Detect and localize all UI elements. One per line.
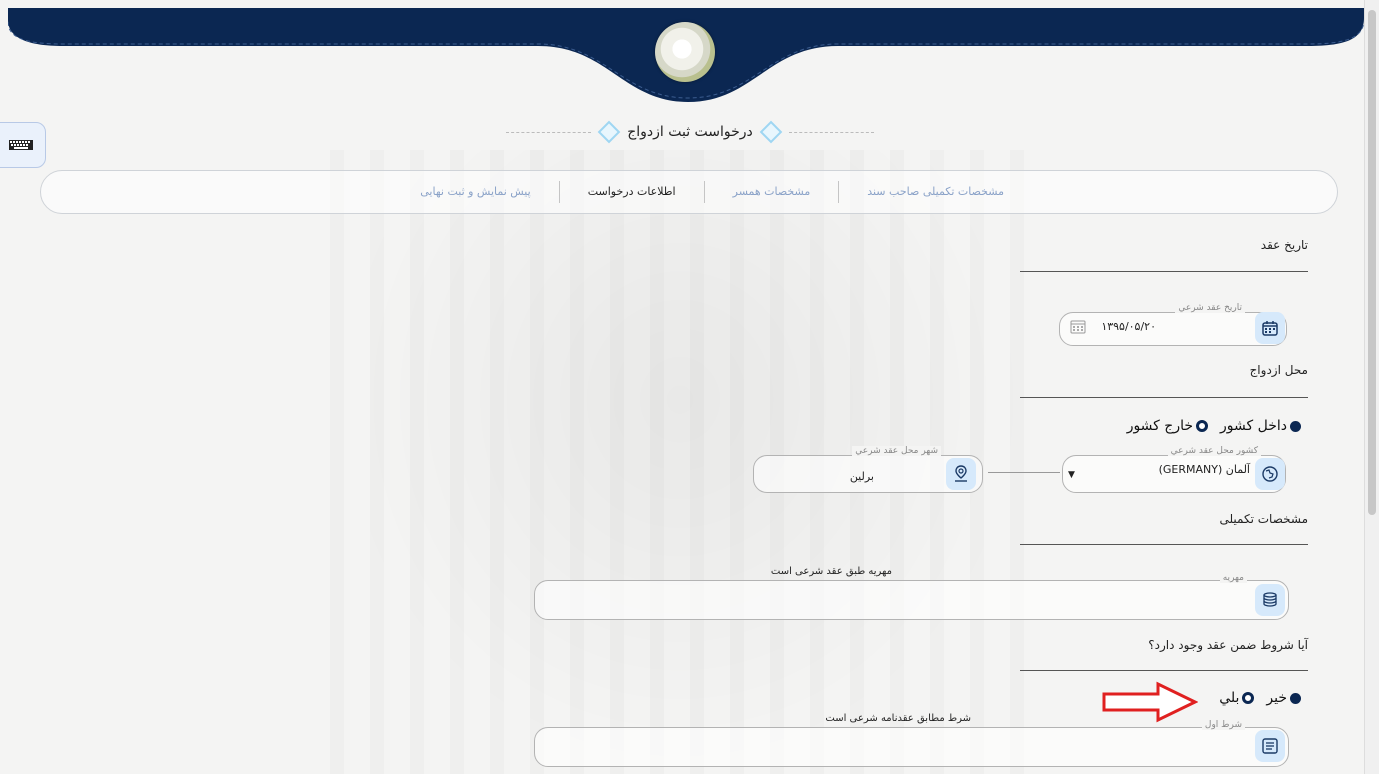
radio-yes-label: بلي [1219, 690, 1240, 706]
diamond-ornament-icon [597, 120, 621, 144]
radio-no-label: خیر [1266, 690, 1287, 706]
location-pin-icon [946, 458, 976, 490]
place-radio-group: داخل کشور خارج کشور [1127, 418, 1301, 434]
contract-date-field[interactable] [1059, 312, 1287, 346]
conditions-radio-group: خیر بلي [1219, 690, 1301, 706]
document-list-icon [1255, 730, 1285, 762]
chevron-down-icon[interactable]: ▼ [1068, 470, 1075, 480]
section-divider [1020, 397, 1308, 398]
mahr-label: مهريه [1219, 573, 1247, 583]
red-arrow-annotation [1102, 681, 1198, 723]
section-divider [1020, 670, 1308, 671]
place-section-heading: محل ازدواج [1249, 363, 1308, 377]
radio-ring-icon [1196, 420, 1209, 432]
section-divider [1020, 544, 1308, 545]
step-preview-submit[interactable]: پیش نمایش و ثبت نهایی [392, 181, 558, 203]
scrollbar[interactable] [1364, 0, 1379, 774]
radio-inside-label: داخل کشور [1220, 418, 1287, 434]
step-request-info[interactable]: اطلاعات درخواست [558, 181, 704, 203]
page-title-row: درخواست ثبت ازدواج [480, 118, 900, 146]
title-divider [788, 131, 874, 133]
diamond-ornament-icon [759, 120, 783, 144]
keyboard-icon [9, 140, 33, 150]
section-divider [1020, 271, 1308, 272]
step-owner-details[interactable]: مشخصات تکمیلی صاحب سند [838, 181, 1032, 203]
step-spouse-details[interactable]: مشخصات همسر [703, 181, 839, 203]
contract-date-label: تاریخ عقد شرعي [1175, 303, 1245, 313]
keyboard-button[interactable] [0, 122, 46, 168]
radio-no[interactable]: خیر [1266, 690, 1301, 706]
radio-outside-label: خارج کشور [1126, 418, 1194, 434]
radio-outside-country[interactable]: خارج کشور [1126, 418, 1209, 434]
page-title: درخواست ثبت ازدواج [627, 124, 753, 140]
title-divider [506, 131, 592, 133]
date-section-heading: تاریخ عقد [1260, 238, 1308, 252]
first-condition-label: شرط اول [1201, 720, 1245, 730]
city-value: برلين [849, 470, 874, 483]
mahr-value: مهریه طبق عقد شرعی است [770, 566, 892, 577]
calendar-picker-icon[interactable] [1070, 318, 1086, 338]
radio-selected-icon [1290, 692, 1301, 704]
mahr-field[interactable] [534, 580, 1289, 620]
radio-yes[interactable]: بلي [1219, 690, 1255, 706]
wizard-steps: مشخصات تکمیلی صاحب سند مشخصات همسر اطلاع… [40, 170, 1338, 214]
contract-date-value: ۱۳۹۵/۰۵/۲۰ [1101, 320, 1156, 333]
radio-selected-icon [1290, 420, 1301, 432]
first-condition-field[interactable] [534, 727, 1289, 767]
first-condition-value: شرط مطابق عقدنامه شرعی است [825, 713, 971, 724]
extra-section-heading: مشخصات تکمیلی [1219, 512, 1308, 526]
scrollbar-thumb[interactable] [1368, 10, 1376, 515]
radio-inside-country[interactable]: داخل کشور [1220, 418, 1301, 434]
coins-icon [1255, 584, 1285, 616]
country-value: آلمان (GERMANY) [1158, 463, 1250, 476]
country-label: کشور محل عقد شرعي [1167, 446, 1261, 456]
city-label: شهر محل عقد شرعي [852, 446, 941, 456]
field-connector [988, 472, 1060, 473]
globe-pin-icon [1255, 458, 1285, 490]
conditions-question: آیا شروط ضمن عقد وجود دارد؟ [1148, 638, 1308, 652]
flower-emblem [655, 22, 715, 82]
radio-ring-icon [1242, 692, 1255, 704]
calendar-icon[interactable] [1255, 312, 1285, 344]
